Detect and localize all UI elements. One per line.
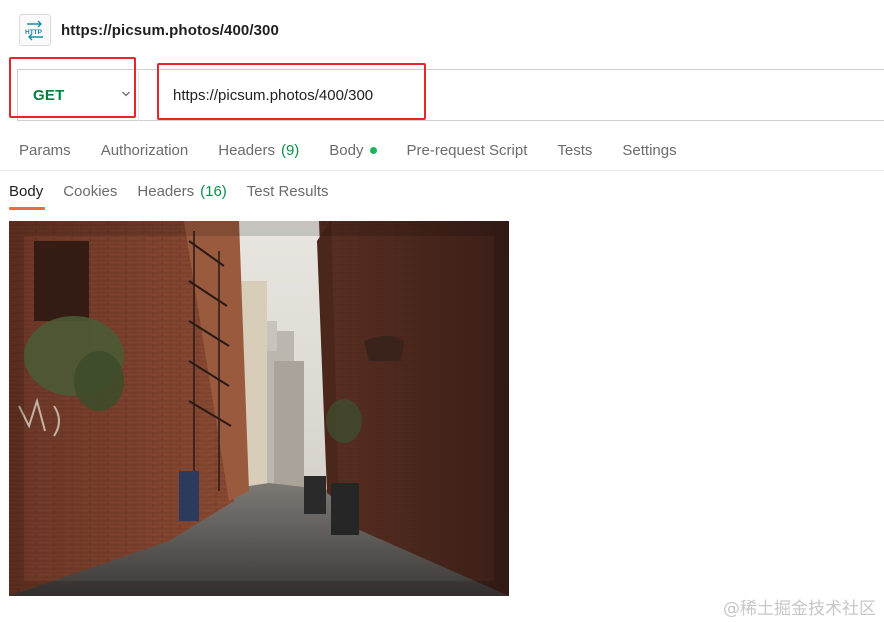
response-tab-cookies[interactable]: Cookies bbox=[63, 183, 117, 200]
tab-label: Params bbox=[19, 141, 71, 159]
url-input[interactable] bbox=[158, 69, 858, 121]
tab-label: Headers bbox=[218, 141, 275, 159]
green-dot-icon bbox=[369, 146, 377, 154]
method-divider bbox=[138, 69, 139, 121]
request-title[interactable]: https://picsum.photos/400/300 bbox=[61, 22, 279, 39]
response-tab-headers[interactable]: Headers (16) bbox=[137, 183, 226, 200]
tab-label: Body bbox=[9, 182, 44, 200]
tab-params[interactable]: Params bbox=[19, 142, 71, 159]
http-request-icon: HTTP bbox=[19, 14, 51, 46]
response-tab-test-results[interactable]: Test Results bbox=[247, 183, 329, 200]
tab-tests[interactable]: Tests bbox=[557, 142, 592, 159]
tab-settings[interactable]: Settings bbox=[622, 142, 676, 159]
tab-label: Settings bbox=[622, 141, 677, 159]
method-dropdown[interactable]: GET bbox=[17, 69, 138, 121]
svg-text:HTTP: HTTP bbox=[25, 29, 43, 36]
url-bar: GET bbox=[0, 69, 884, 121]
tab-label: Cookies bbox=[63, 182, 118, 200]
chevron-down-icon bbox=[122, 91, 130, 97]
method-label: GET bbox=[33, 86, 65, 104]
tab-label: Body bbox=[329, 141, 364, 159]
tab-body[interactable]: Body bbox=[329, 141, 377, 159]
response-headers-count: (16) bbox=[200, 182, 227, 200]
headers-count: (9) bbox=[280, 141, 300, 159]
tab-label: Tests bbox=[557, 141, 593, 159]
request-tabs: Params Authorization Headers (9) Body Pr… bbox=[19, 140, 707, 160]
active-tab-underline bbox=[9, 207, 45, 210]
tab-label: Headers bbox=[137, 182, 195, 200]
tabs-divider bbox=[0, 170, 884, 171]
tab-label: Test Results bbox=[246, 182, 329, 200]
tab-authorization[interactable]: Authorization bbox=[101, 142, 189, 159]
tab-headers[interactable]: Headers (9) bbox=[218, 142, 299, 159]
tab-label: Pre-request Script bbox=[406, 141, 528, 159]
tab-label: Authorization bbox=[100, 141, 189, 159]
response-tabs: Body Cookies Headers (16) Test Results bbox=[9, 181, 349, 201]
response-tab-body[interactable]: Body bbox=[9, 183, 43, 200]
request-title-bar: HTTP https://picsum.photos/400/300 bbox=[19, 14, 279, 46]
tab-pre-request-script[interactable]: Pre-request Script bbox=[407, 142, 528, 159]
response-image bbox=[9, 221, 509, 596]
watermark: @稀土掘金技术社区 bbox=[723, 599, 876, 619]
